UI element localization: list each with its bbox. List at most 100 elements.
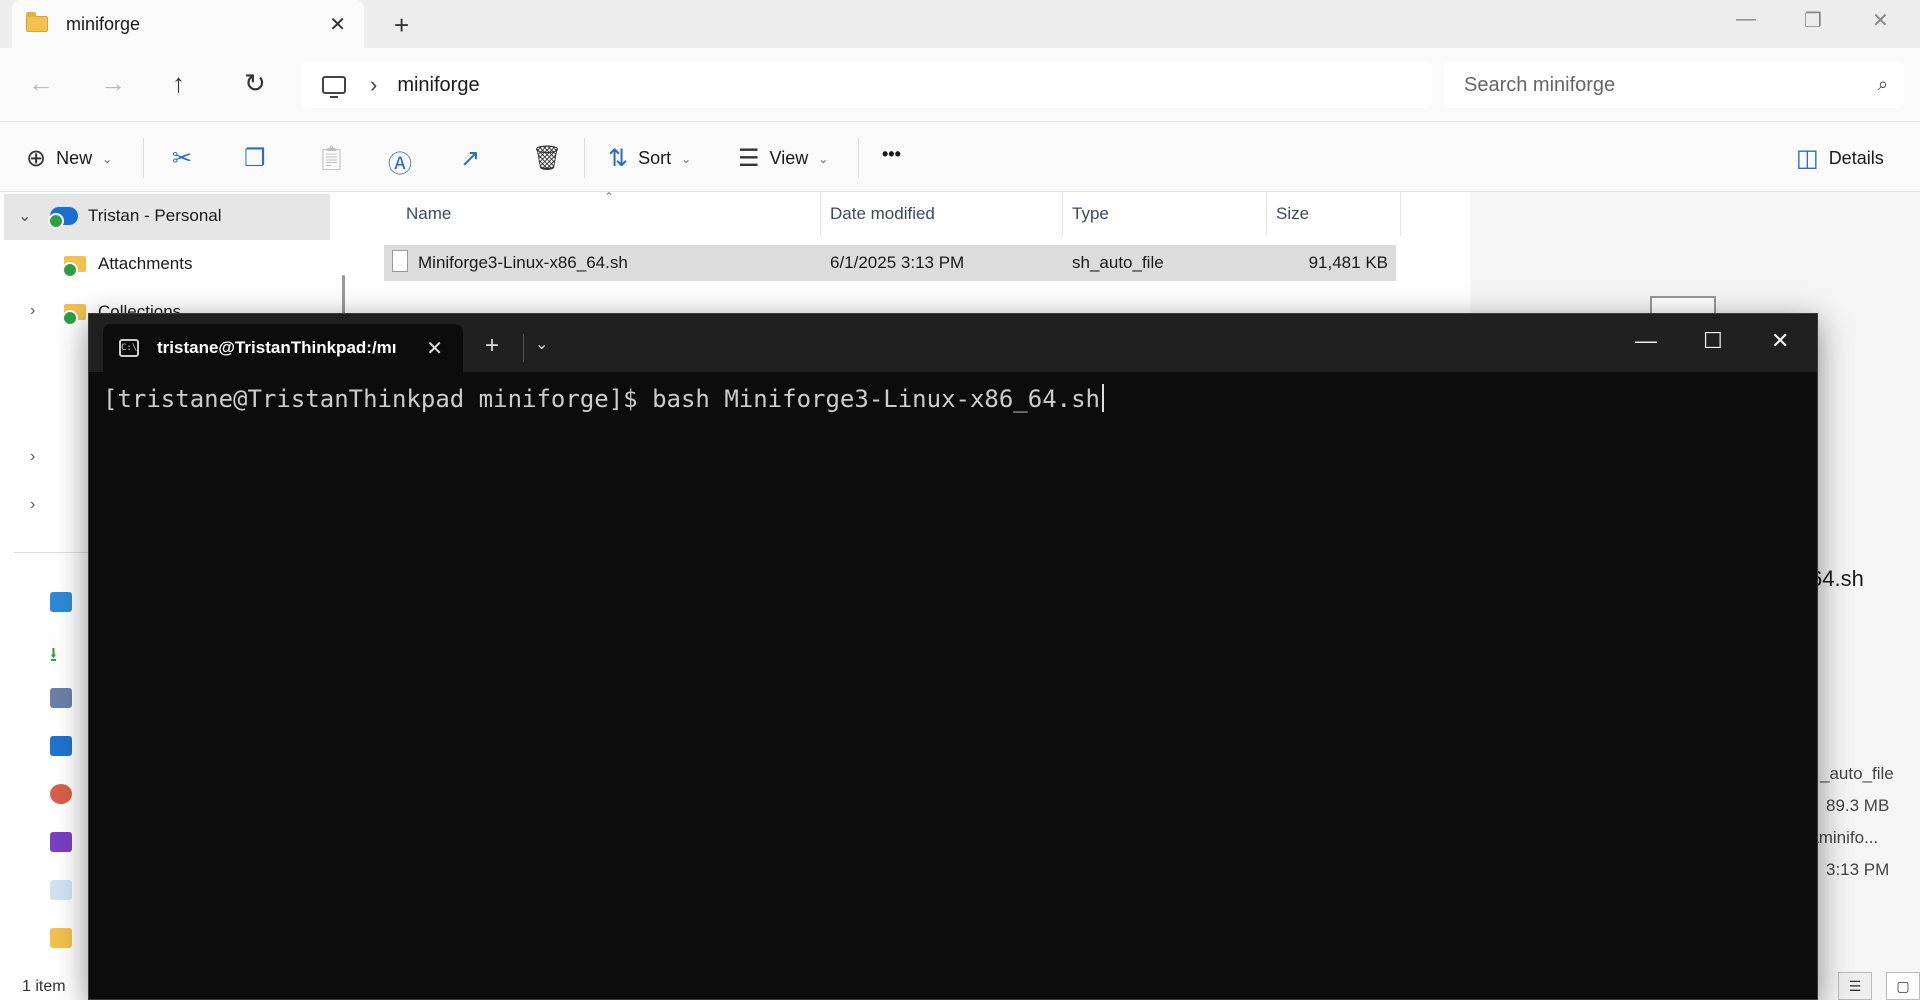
column-size[interactable]: Size — [1276, 204, 1309, 224]
sort-caret-icon: ⌃ — [604, 190, 615, 204]
restore-icon[interactable]: ❐ — [1804, 8, 1822, 33]
delete-button[interactable]: 🗑︎ — [532, 144, 562, 173]
back-icon[interactable]: ← — [28, 68, 54, 99]
explorer-tab[interactable]: miniforge ✕ — [12, 0, 364, 48]
view-toggle: ☰ ▢ — [1838, 972, 1920, 1000]
nav-item-attachments[interactable]: Attachments — [62, 254, 193, 278]
rename-button[interactable]: Ⓐ — [388, 144, 412, 179]
rename-icon: Ⓐ — [388, 151, 412, 178]
details-button[interactable]: ◫ Details — [1796, 144, 1884, 173]
toolbar-divider — [858, 138, 859, 178]
more-options-button[interactable]: ••• — [882, 144, 901, 165]
details-path: \minifo... — [1814, 828, 1879, 847]
file-date: 6/1/2025 3:13 PM — [830, 253, 965, 272]
view-button-label: View — [769, 148, 809, 168]
tiles-view-icon[interactable]: ▢ — [1886, 972, 1920, 1000]
recycle-bin-icon[interactable] — [50, 880, 72, 900]
details-pane-icon: ◫ — [1796, 145, 1819, 172]
close-tab-icon[interactable]: ✕ — [426, 336, 443, 361]
up-icon[interactable]: ↑ — [172, 68, 185, 99]
file-name[interactable]: Miniforge3-Linux-x86_64.sh — [418, 253, 628, 273]
details-view-icon[interactable]: ☰ — [1838, 972, 1872, 1000]
synced-folder-icon — [62, 256, 86, 278]
chevron-right-icon[interactable]: › — [370, 72, 377, 98]
music-icon[interactable] — [50, 784, 72, 804]
chevron-down-icon[interactable]: ⌄ — [535, 334, 548, 354]
forward-icon[interactable]: → — [100, 68, 126, 99]
nav-item-label: Tristan - Personal — [88, 206, 222, 225]
shell-prompt: [tristane@TristanThinkpad miniforge]$ — [103, 385, 653, 413]
share-button[interactable]: ↗ — [460, 144, 480, 173]
explorer-tab-label: miniforge — [66, 13, 141, 34]
toolbar-divider — [143, 138, 144, 178]
share-icon: ↗ — [460, 145, 481, 172]
clipboard-icon: 📋︎ — [316, 145, 347, 172]
minimize-icon[interactable]: — — [1736, 8, 1756, 31]
trash-icon: 🗑︎ — [532, 145, 563, 172]
terminal-window: C:\ tristane@TristanThinkpad:/mı ✕ + ⌄ —… — [88, 313, 1818, 1000]
terminal-title-bar: C:\ tristane@TristanThinkpad:/mı ✕ + ⌄ —… — [89, 314, 1817, 372]
new-button-label: New — [56, 148, 93, 168]
view-list-icon: ☰ — [738, 145, 760, 172]
chevron-down-icon: ⌄ — [681, 151, 692, 166]
sort-icon: ⇅ — [608, 145, 629, 172]
view-button[interactable]: ☰ View ⌄ — [738, 144, 828, 173]
documents-icon[interactable] — [50, 688, 72, 708]
folder-icon — [26, 12, 48, 32]
nav-item-label: Attachments — [98, 254, 193, 273]
chevron-right-icon[interactable]: › — [30, 496, 35, 514]
copy-button[interactable]: ❐ — [244, 144, 266, 173]
chevron-right-icon[interactable]: › — [30, 448, 35, 466]
column-type[interactable]: Type — [1072, 204, 1109, 224]
details-type: _auto_file — [1820, 764, 1894, 783]
column-divider[interactable] — [1400, 192, 1401, 236]
command-bar: ⊕ New ⌄ ✂ ❐ 📋︎ Ⓐ ↗ 🗑︎ ⇅ Sort ⌄ ☰ View ⌄ … — [0, 122, 1920, 192]
file-icon — [392, 250, 408, 272]
nav-item-tristan-personal[interactable]: Tristan - Personal — [48, 206, 222, 229]
command-input[interactable]: bash Miniforge3-Linux-x86_64.sh — [652, 385, 1100, 413]
cut-button[interactable]: ✂ — [172, 144, 192, 173]
downloads-icon[interactable]: ⭳ — [50, 640, 72, 666]
close-window-icon[interactable]: ✕ — [1771, 328, 1789, 354]
videos-icon[interactable] — [50, 832, 72, 852]
terminal-output[interactable]: [tristane@TristanThinkpad miniforge]$ ba… — [103, 384, 1105, 413]
search-box[interactable]: ⌕ — [1444, 62, 1904, 108]
terminal-icon: C:\ — [119, 339, 139, 357]
close-tab-icon[interactable]: ✕ — [329, 12, 346, 37]
copy-icon: ❐ — [244, 145, 266, 172]
plus-circle-icon: ⊕ — [26, 145, 47, 172]
address-path[interactable]: miniforge — [397, 74, 479, 97]
column-date-modified[interactable]: Date modified — [830, 204, 935, 224]
paste-button[interactable]: 📋︎ — [316, 144, 346, 173]
refresh-icon[interactable]: ↻ — [244, 68, 266, 99]
address-row: ← → ↑ ↻ › miniforge ⌕ — [0, 48, 1920, 122]
minimize-icon[interactable]: — — [1635, 328, 1657, 354]
chevron-down-icon[interactable]: ⌄ — [18, 206, 31, 226]
search-input[interactable] — [1464, 73, 1844, 97]
details-file-name: 64.sh — [1810, 566, 1864, 591]
maximize-icon[interactable]: ☐ — [1703, 328, 1723, 354]
column-name[interactable]: Name — [406, 204, 451, 224]
file-row[interactable]: Miniforge3-Linux-x86_64.sh 6/1/2025 3:13… — [384, 245, 1396, 281]
close-window-icon[interactable]: ✕ — [1872, 8, 1889, 33]
explorer-tab-bar: miniforge ✕ + — ❐ ✕ — [0, 0, 1920, 48]
column-divider[interactable] — [820, 192, 821, 236]
column-divider[interactable] — [1266, 192, 1267, 236]
pictures-icon[interactable] — [50, 736, 72, 756]
column-headers: ⌃ Name Date modified Type Size — [356, 190, 1402, 236]
desktop-icon[interactable] — [50, 592, 72, 612]
new-button[interactable]: ⊕ New ⌄ — [26, 144, 112, 173]
new-tab-button[interactable]: + — [394, 10, 409, 41]
address-bar[interactable]: › miniforge — [302, 62, 1432, 108]
chevron-right-icon[interactable]: › — [30, 302, 35, 320]
sort-button[interactable]: ⇅ Sort ⌄ — [608, 144, 691, 173]
search-icon[interactable]: ⌕ — [1878, 74, 1888, 95]
terminal-tab[interactable]: C:\ tristane@TristanThinkpad:/mı ✕ — [103, 324, 463, 372]
terminal-tab-title: tristane@TristanThinkpad:/mı — [157, 338, 397, 357]
column-divider[interactable] — [1062, 192, 1063, 236]
new-tab-button[interactable]: + — [485, 332, 499, 360]
file-type: sh_auto_file — [1072, 253, 1164, 272]
chevron-down-icon: ⌄ — [102, 151, 113, 166]
folder-icon[interactable] — [50, 928, 72, 948]
details-button-label: Details — [1828, 148, 1884, 168]
